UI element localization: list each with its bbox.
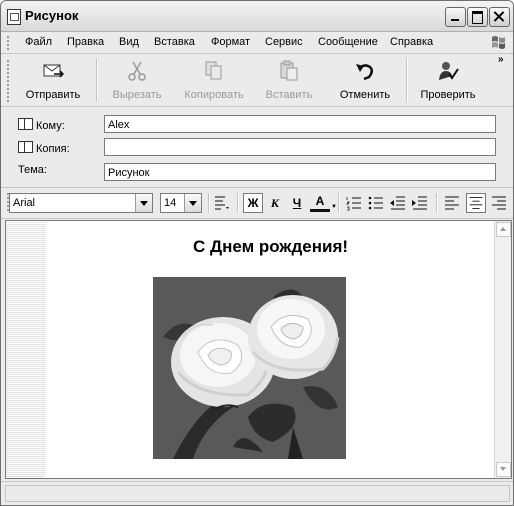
spellcheck-icon	[439, 62, 459, 80]
numbered-list-button[interactable]	[344, 193, 364, 213]
bullet-list-button[interactable]	[366, 193, 386, 213]
to-label[interactable]: Кому:	[18, 118, 65, 132]
copy-label: Копировать	[184, 89, 244, 101]
size-value: 14	[164, 197, 177, 209]
greeting-text: С Днем рождения!	[192, 237, 349, 256]
paste-label: Вставить	[265, 89, 313, 101]
format-separator	[208, 193, 210, 213]
align-right-icon	[492, 196, 506, 210]
chevron-down-icon[interactable]	[184, 194, 201, 212]
numbered-list-icon	[346, 197, 361, 211]
maximize-button[interactable]	[467, 7, 488, 27]
size-select[interactable]: 14	[160, 193, 202, 213]
toolbar-separator	[406, 58, 408, 102]
italic-button[interactable]: К	[265, 193, 285, 213]
align-right-button[interactable]	[489, 193, 509, 213]
cut-label: Вырезать	[112, 89, 162, 101]
undo-button[interactable]: Отменить	[333, 58, 397, 102]
undo-icon	[356, 64, 373, 81]
menu-view[interactable]: Вид	[119, 36, 139, 48]
windows-flag-icon	[492, 36, 505, 49]
scroll-down-button[interactable]	[496, 462, 511, 477]
bold-button[interactable]: Ж	[243, 193, 263, 213]
copy-icon	[205, 61, 222, 80]
undo-label: Отменить	[339, 89, 391, 101]
align-center-icon	[469, 197, 483, 209]
paste-icon	[280, 60, 298, 81]
cut-button[interactable]: Вырезать	[105, 58, 169, 102]
menu-format[interactable]: Формат	[211, 36, 250, 48]
chevron-down-icon[interactable]	[135, 194, 152, 212]
subject-label: Тема:	[18, 164, 47, 176]
check-label: Проверить	[420, 89, 476, 101]
check-button[interactable]: Проверить	[415, 58, 481, 102]
close-button[interactable]	[489, 7, 510, 27]
status-bar	[1, 481, 513, 505]
subject-field[interactable]: Рисунок	[104, 163, 496, 181]
send-button[interactable]: Отправить	[21, 58, 85, 102]
increase-indent-icon	[412, 196, 427, 210]
toolbar-overflow-chevron[interactable]: »	[498, 54, 504, 65]
menu-message[interactable]: Сообщение	[318, 36, 378, 48]
window-title: Рисунок	[25, 8, 79, 23]
menu-insert[interactable]: Вставка	[154, 36, 195, 48]
paste-button[interactable]: Вставить	[257, 58, 321, 102]
align-left-icon	[445, 196, 459, 210]
chevron-down-icon[interactable]: ▼	[331, 204, 337, 210]
copy-button[interactable]: Копировать	[177, 58, 251, 102]
underline-button[interactable]: Ч	[287, 193, 307, 213]
address-book-icon	[18, 118, 33, 130]
bullet-list-icon	[368, 196, 383, 210]
minimize-button[interactable]	[445, 7, 466, 27]
cc-label[interactable]: Копия:	[18, 141, 70, 155]
menu-edit[interactable]: Правка	[67, 36, 104, 48]
send-label: Отправить	[25, 89, 81, 101]
app-icon	[7, 9, 21, 25]
format-separator	[338, 193, 340, 213]
menu-tools[interactable]: Сервис	[265, 36, 303, 48]
paragraph-style-icon	[215, 196, 229, 210]
font-select[interactable]: Arial	[9, 193, 153, 213]
format-bar: Arial 14 Ж К Ч A ▼	[1, 187, 513, 219]
roses-picture	[153, 277, 346, 459]
stationery-stripes	[6, 221, 46, 478]
vertical-scrollbar[interactable]	[494, 221, 511, 478]
decrease-indent-icon	[390, 196, 405, 210]
decrease-indent-button[interactable]	[388, 193, 408, 213]
font-value: Arial	[13, 197, 36, 209]
to-label-text: Кому:	[36, 120, 65, 132]
font-color-button[interactable]: A	[310, 193, 330, 212]
menu-file[interactable]: Файл	[25, 36, 52, 48]
toolbar: Отправить Вырезать Копировать Вставить О…	[1, 54, 513, 107]
format-separator	[237, 193, 239, 213]
message-body[interactable]: С Днем рождения!	[5, 220, 512, 479]
address-book-icon	[18, 141, 33, 153]
cc-label-text: Копия:	[36, 143, 70, 155]
align-center-button[interactable]	[466, 193, 486, 213]
toolbar-grip[interactable]	[7, 60, 9, 102]
format-separator	[436, 193, 438, 213]
menu-bar: Файл Правка Вид Вставка Формат Сервис Со…	[1, 32, 513, 54]
status-panel	[5, 485, 510, 502]
paragraph-style-button[interactable]	[212, 193, 232, 213]
to-field[interactable]: Alex	[104, 115, 496, 133]
message-window: Рисунок Файл Правка Вид Вставка Формат С…	[0, 0, 514, 506]
scissors-icon	[128, 61, 146, 81]
message-header: Кому: Alex Копия: Тема: Рисунок	[1, 107, 513, 185]
menubar-grip[interactable]	[7, 36, 9, 50]
toolbar-separator	[96, 58, 98, 102]
title-bar: Рисунок	[1, 1, 513, 32]
menu-help[interactable]: Справка	[390, 36, 433, 48]
scroll-up-button[interactable]	[496, 222, 511, 237]
send-icon	[43, 64, 65, 78]
align-left-button[interactable]	[442, 193, 462, 213]
increase-indent-button[interactable]	[410, 193, 430, 213]
cc-field[interactable]	[104, 138, 496, 156]
